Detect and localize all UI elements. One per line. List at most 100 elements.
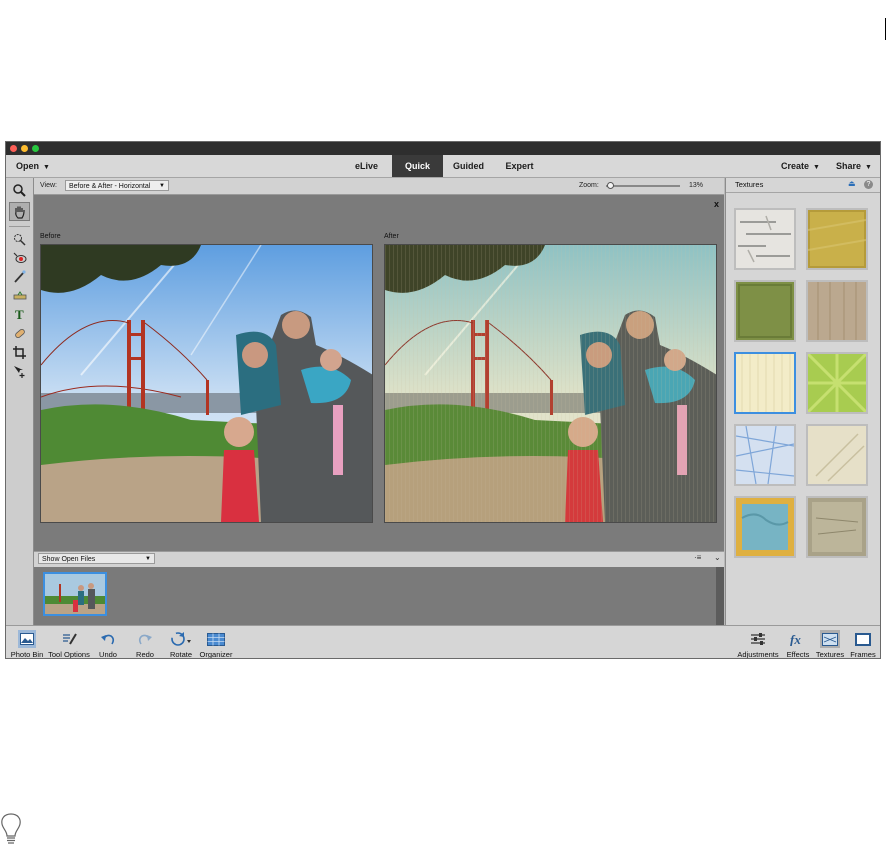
whiten-teeth-tool[interactable] <box>9 267 30 286</box>
share-menu-label: Share <box>836 161 862 171</box>
tab-quick[interactable]: Quick <box>392 155 443 177</box>
undo-label: Undo <box>99 650 117 659</box>
adjustments-button[interactable]: Adjustments <box>736 626 780 659</box>
view-select-value: Before & After - Horizontal <box>69 183 151 190</box>
frames-label: Frames <box>850 650 876 659</box>
textures-button[interactable]: Textures <box>814 626 846 659</box>
type-icon: T <box>15 308 24 321</box>
zoom-value: 13% <box>689 182 704 189</box>
texture-swatch[interactable] <box>806 208 868 270</box>
texture-swatch[interactable] <box>734 208 796 270</box>
zoom-slider[interactable] <box>606 182 680 189</box>
after-image <box>384 244 717 523</box>
red-eye-tool[interactable] <box>9 248 30 267</box>
before-image <box>40 244 373 523</box>
tool-options-label: Tool Options <box>48 650 90 659</box>
texture-swatch[interactable] <box>806 352 868 414</box>
photo-bin <box>34 567 716 625</box>
chevron-down-icon[interactable]: ⌄ <box>714 553 721 562</box>
adjustments-label: Adjustments <box>737 650 779 659</box>
straighten-icon <box>13 290 26 299</box>
chevron-down-icon: ▼ <box>145 556 151 562</box>
textures-panel: Textures ⏏ ? <box>725 178 880 625</box>
crop-icon <box>13 346 26 359</box>
quick-selection-icon <box>14 234 26 246</box>
rotate-icon <box>170 630 192 648</box>
fx-icon: fx <box>789 630 807 648</box>
after-label: After <box>384 233 399 240</box>
share-menu[interactable]: Share ▼ <box>836 155 872 177</box>
undo-button[interactable]: Undo <box>93 626 123 659</box>
hand-icon <box>15 206 25 219</box>
bottom-taskbar: Photo Bin Tool Options Undo Redo Rotate <box>6 625 880 659</box>
organizer-icon <box>207 630 225 648</box>
crop-tool[interactable] <box>9 343 30 362</box>
toolbox-divider <box>9 226 30 227</box>
zoom-tool[interactable] <box>9 181 30 200</box>
chevron-down-icon: ▼ <box>865 164 872 171</box>
texture-swatch[interactable] <box>734 496 796 558</box>
texture-swatch[interactable] <box>734 424 796 486</box>
frames-button[interactable]: Frames <box>847 626 879 659</box>
zoom-label: Zoom: <box>579 182 599 189</box>
show-files-select[interactable]: Show Open Files ▼ <box>38 553 155 564</box>
red-eye-icon <box>13 252 26 263</box>
open-file-thumbnail[interactable] <box>43 572 107 616</box>
zoom-window-button[interactable] <box>32 145 39 152</box>
spot-healing-tool[interactable] <box>9 324 30 343</box>
tab-guided[interactable]: Guided <box>443 155 494 177</box>
close-window-button[interactable] <box>10 145 17 152</box>
effects-button[interactable]: fx Effects <box>783 626 813 659</box>
bin-options-icon[interactable]: ·≡ <box>694 553 701 562</box>
zoom-icon <box>13 184 26 197</box>
view-options-bar: View: Before & After - Horizontal ▼ Zoom… <box>34 178 724 195</box>
photo-bin-icon <box>18 630 36 648</box>
straighten-tool[interactable] <box>9 286 30 305</box>
bandage-icon <box>15 328 25 339</box>
textures-icon <box>820 630 840 648</box>
move-tool[interactable] <box>9 362 30 381</box>
photo-bin-label: Photo Bin <box>10 650 44 659</box>
frames-icon <box>855 630 871 648</box>
zoom-slider-handle[interactable] <box>607 182 615 189</box>
photo-bin-bar: Show Open Files ▼ ·≡ ⌄ <box>34 551 724 568</box>
redo-button[interactable]: Redo <box>130 626 160 658</box>
svg-text:T: T <box>15 308 24 321</box>
organizer-button[interactable]: Organizer <box>197 626 235 658</box>
photo-bin-scrollbar[interactable] <box>716 567 724 625</box>
texture-swatch[interactable] <box>734 280 796 342</box>
view-label: View: <box>40 182 57 189</box>
create-menu[interactable]: Create ▼ <box>781 155 820 177</box>
textures-label: Textures <box>815 650 845 659</box>
help-icon[interactable]: ? <box>864 180 873 189</box>
chevron-down-icon: ▼ <box>43 164 50 171</box>
upload-icon[interactable]: ⏏ <box>848 179 856 188</box>
texture-swatch[interactable] <box>806 496 868 558</box>
texture-swatch[interactable] <box>806 280 868 342</box>
tab-expert[interactable]: Expert <box>494 155 545 177</box>
rotate-button[interactable]: Rotate <box>166 626 196 658</box>
tool-options-button[interactable]: Tool Options <box>47 626 91 659</box>
show-files-select-value: Show Open Files <box>42 556 96 563</box>
open-menu[interactable]: Open ▼ <box>16 155 50 177</box>
close-icon[interactable]: x <box>714 199 719 209</box>
view-select[interactable]: Before & After - Horizontal ▼ <box>65 180 169 191</box>
texture-swatch-selected[interactable] <box>734 352 796 414</box>
panel-title: Textures <box>735 180 764 189</box>
minimize-window-button[interactable] <box>21 145 28 152</box>
create-menu-label: Create <box>781 161 810 171</box>
effects-label: Effects <box>786 650 810 659</box>
redo-icon <box>137 630 153 648</box>
panel-header: Textures ⏏ ? <box>726 178 880 193</box>
texture-swatch[interactable] <box>806 424 868 486</box>
hand-tool[interactable] <box>9 202 30 221</box>
chevron-down-icon: ▼ <box>813 164 820 171</box>
tab-elive[interactable]: eLive <box>341 155 392 177</box>
photo-bin-button[interactable]: Photo Bin <box>8 626 46 659</box>
tool-options-icon <box>61 630 77 648</box>
quick-selection-tool[interactable] <box>9 230 30 249</box>
lightbulb-icon <box>0 812 22 851</box>
type-tool[interactable]: T <box>9 305 30 324</box>
undo-icon <box>100 630 116 648</box>
page-edge-rule <box>885 18 886 40</box>
